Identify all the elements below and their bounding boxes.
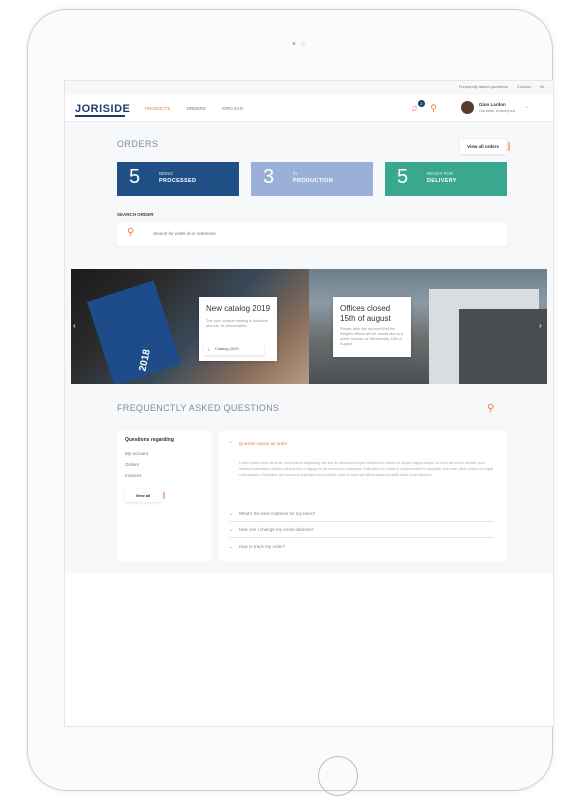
bell-icon[interactable]: ♫ [411, 103, 418, 113]
card-line1: BEING [159, 171, 174, 176]
search-icon: ⚲ [127, 227, 135, 238]
chevron-down-icon: ⌄ [229, 511, 233, 516]
divider [229, 537, 494, 538]
home-button[interactable] [318, 756, 358, 796]
faq-category-account[interactable]: My account [125, 451, 148, 456]
faq-title: FREQUENCTLY ASKED QUESTIONS [117, 403, 280, 413]
banner-catalog: 2018 New catalog 2019 The new Joriside c… [71, 269, 309, 384]
orders-production-card[interactable]: 3 IN PRODUCTION [251, 162, 373, 196]
nav-orders[interactable]: ORDERS [187, 106, 206, 111]
faq-question-text: Question about an order [238, 441, 288, 446]
search-order-box: ⚲ [117, 223, 507, 246]
faq-question-text: How can I change my email address? [238, 527, 314, 532]
logo[interactable]: JORISIDE [75, 103, 130, 115]
notification-badge: 2 [418, 100, 425, 107]
catalog-button-label: Catalog 2019 [214, 346, 239, 351]
chevron-up-icon: ⌃ [229, 441, 233, 446]
catalog-book-image: 2018 [87, 280, 181, 384]
orders-processed-card[interactable]: 5 BEING PROCESSED [117, 162, 239, 196]
app-screen: Frequently asked questions Contact NL JO… [64, 80, 554, 727]
topbar-faq-link[interactable]: Frequently asked questions [459, 84, 508, 89]
faq-category-orders[interactable]: Orders [125, 462, 139, 467]
banner-desc: Please take into account that the Belgia… [340, 327, 404, 346]
view-all-orders-button[interactable]: View all orders [460, 139, 510, 154]
orders-title: ORDERS [117, 139, 159, 149]
main-nav: PRODUCTS ORDERS INFO ZAG [145, 106, 258, 111]
chevron-right-icon[interactable]: › [539, 321, 542, 330]
faq-categories-heading: Questions regarding [125, 437, 174, 443]
banner-offices: Offices closed 15th of august Please tak… [309, 269, 547, 384]
search-order-input[interactable] [151, 230, 455, 237]
chevron-down-icon[interactable]: ⌄ [525, 104, 529, 110]
download-icon: ⤓ [208, 346, 210, 351]
faq-question[interactable]: ⌄ How to track my order? [229, 544, 285, 550]
faq-question-text: What's the best mattress for my back? [238, 511, 316, 516]
book-year: 2018 [137, 348, 153, 373]
banner-title: New catalog 2019 [206, 304, 271, 313]
card-count: 5 [397, 166, 409, 188]
search-icon[interactable]: ⚲ [487, 403, 494, 414]
camera-icon: • ◦ [291, 39, 306, 50]
nav-products[interactable]: PRODUCTS [145, 106, 170, 111]
chevron-down-icon: ⌄ [229, 544, 233, 549]
logo-underline [75, 115, 125, 117]
faq-category-invoices[interactable]: Invoices [125, 473, 142, 478]
card-count: 3 [263, 166, 275, 188]
catalog-card: New catalog 2019 The new Joriside catalo… [199, 297, 277, 361]
card-line2: PROCESSED [159, 178, 197, 184]
faq-categories: Questions regarding My account Orders In… [117, 431, 212, 561]
orders-delivery-card[interactable]: 5 READY FOR DELIVERY [385, 162, 507, 196]
offices-card: Offices closed 15th of august Please tak… [333, 297, 411, 357]
topbar-language-link[interactable]: NL [540, 84, 545, 89]
topbar-contact-link[interactable]: Contact [517, 84, 531, 89]
faq-question[interactable]: ⌃ Question about an order [229, 441, 287, 447]
nav-info[interactable]: INFO ZAG [222, 106, 243, 111]
card-line1: READY FOR [427, 171, 454, 176]
header: JORISIDE PRODUCTS ORDERS INFO ZAG ♫ ⚲ 2 … [65, 95, 553, 122]
search-order-label: SEARCH ORDER [117, 212, 154, 217]
divider [229, 521, 494, 522]
avatar[interactable] [461, 101, 474, 114]
card-count: 5 [129, 166, 141, 188]
card-line2: PRODUCTION [293, 178, 333, 184]
user-name: Gino Lardon [479, 102, 506, 107]
banner-title: Offices closed 15th of august [340, 304, 391, 323]
faq-question[interactable]: ⌄ What's the best mattress for my back? [229, 511, 315, 517]
search-icon[interactable]: ⚲ [430, 103, 437, 113]
faq-question[interactable]: ⌄ How can I change my email address? [229, 527, 314, 533]
chevron-left-icon[interactable]: ‹ [73, 321, 76, 330]
catalog-download-button[interactable]: ⤓ Catalog 2019 [204, 343, 264, 355]
card-line1: IN [293, 171, 298, 176]
faq-view-all-button[interactable]: View all [125, 489, 165, 502]
banner-desc: The new Joriside catalog is available an… [206, 319, 268, 328]
topbar: Frequently asked questions Contact NL [65, 81, 553, 93]
user-company: Gantalia, Antwerpen [479, 108, 516, 113]
building-image-dark [459, 309, 547, 384]
faq-questions: ⌃ Question about an order Lorem ipsum dol… [219, 431, 507, 561]
faq-answer: Lorem ipsum dolor sit amet, consectetur … [239, 461, 494, 477]
chevron-down-icon: ⌄ [229, 527, 233, 532]
page-bottom [65, 573, 553, 726]
faq-question-text: How to track my order? [238, 544, 286, 549]
card-line2: DELIVERY [427, 178, 457, 184]
